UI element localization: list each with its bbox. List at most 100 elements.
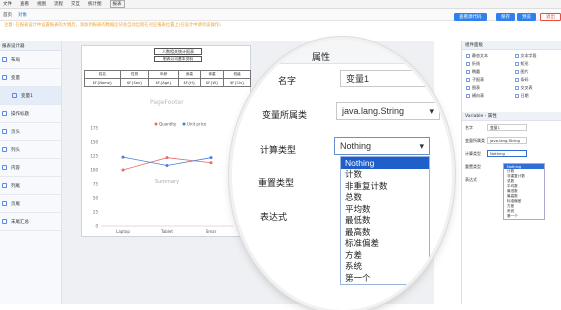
table-header-cell[interactable]: 身高 [177,70,201,79]
left-item-variable[interactable]: 变量 [0,69,61,87]
calc-option[interactable]: 标准偏差 [341,238,429,250]
class-select[interactable]: java.lang.String [487,137,527,144]
calc-option[interactable]: 计数 [341,169,429,181]
table-cell[interactable]: $F{H} [177,78,201,87]
y-tick-label: 25 [93,210,99,215]
calc-option[interactable]: 最高数 [341,226,429,238]
menu-bar: 文件 查看 视图 流程 交互 统计图 报表 [0,0,561,9]
rectangle-icon [514,62,519,66]
dropdown-arrow-icon: ▾ [429,105,434,116]
calc-option[interactable]: 非重复计数 [341,180,429,192]
hint-note: 注意: 在报表设计中设置报表的大纲后，添加到报表的数据区块会自动出现在对应报表位… [4,23,221,28]
view-source-button[interactable]: 查看源代码 [454,13,487,21]
palette-item[interactable]: 子报表 [466,77,509,83]
save-button[interactable]: 保存 [496,13,515,21]
lens-header-bar [232,40,452,64]
y-tick-label: 175 [90,126,98,131]
data-point [209,156,213,160]
toolbar-home[interactable]: 首页 [3,12,12,18]
dropdown-arrow-icon: ▾ [419,140,424,151]
calc-select[interactable]: Nothing [487,150,527,157]
menu-file[interactable]: 文件 [3,1,12,7]
left-item-label: 变量 [11,75,20,81]
layout-icon [2,57,7,62]
lens-calc-select[interactable]: Nothing ▾ [334,137,430,155]
palette-item[interactable]: 折线 [466,61,509,67]
report-subtitle[interactable]: 制表公司基本资料 [154,56,202,62]
line-icon [466,62,470,66]
left-item-columnheader[interactable]: 列头 [0,141,61,159]
calc-option[interactable]: 方差 [341,249,429,261]
menu-view[interactable]: 查看 [20,1,29,7]
palette-item[interactable]: 条码 [514,77,558,83]
left-panel: 报表设计器 布局 变量 变量1 操作标题 页头 列头 内容 列尾 页尾 末尾汇总 [0,41,62,304]
left-item-label: 末尾汇总 [11,219,29,225]
left-item-columnfooter[interactable]: 列尾 [0,177,61,195]
lens-name-field[interactable]: 变量1 [340,70,440,87]
option[interactable]: 第一个 [504,214,544,219]
column-icon [2,183,7,188]
y-tick-label: 0 [95,224,98,229]
static-text-icon [466,54,470,58]
table-cell[interactable]: $F{Sex} [119,78,150,87]
menu-report[interactable]: 报表 [109,0,125,8]
palette-item[interactable]: 横向表 [466,93,509,99]
prop-row-calc: 计算类型 Nothing [462,147,561,160]
lens-reset-label: 重置类型 [258,178,295,188]
footer-icon [2,201,7,206]
magnifier-lens: 属性 名字 变量1 变量所属类 java.lang.String ▾ 计算类型 N… [232,40,452,310]
lens-class-select[interactable]: java.lang.String ▾ [336,102,440,120]
table-cell[interactable]: $F{Age} [148,78,179,87]
y-tick-label: 50 [93,196,99,201]
menu-flow[interactable]: 流程 [54,1,63,7]
calc-option[interactable]: 系统 [341,261,429,273]
left-item-pagefooter[interactable]: 页尾 [0,195,61,213]
x-tick-label: Smar [206,229,217,234]
line-chart[interactable]: 175 150 125 100 75 50 25 0 Laptop Tablet Smar Quant… [83,116,248,236]
palette-item[interactable]: 交叉表 [514,85,558,91]
calc-option[interactable]: 最低数 [341,215,429,227]
table-header-cell[interactable]: 姓名 [84,70,121,79]
palette-item[interactable]: 椭圆 [466,69,509,75]
table-header-cell[interactable]: 体重 [199,70,225,79]
palette-header: 组件面板 [462,41,561,50]
calc-option[interactable]: Nothing [341,157,429,169]
menu-interact[interactable]: 交互 [71,1,80,7]
left-item-label: 页头 [11,129,20,135]
calc-option[interactable]: 平均数 [341,203,429,215]
menu-window[interactable]: 视图 [37,1,46,7]
left-panel-header: 报表设计器 [0,41,61,51]
lens-name-label: 名字 [278,76,297,86]
palette-item[interactable]: 矩形 [514,61,558,67]
table-header-cell[interactable]: 年龄 [148,70,179,79]
palette-item[interactable]: 文本字段 [514,53,558,59]
calc-option[interactable]: 第一个 [341,272,429,284]
exit-button[interactable]: 退出 [540,13,561,21]
toolbar-object[interactable]: 对象 [18,12,27,18]
left-item-label: 操作标题 [11,111,29,117]
name-field[interactable]: 变量1 [487,124,527,131]
calc-option[interactable]: 总数 [341,192,429,204]
left-item-pageheader[interactable]: 页头 [0,123,61,141]
left-item-detail[interactable]: 内容 [0,159,61,177]
preview-button[interactable]: 预览 [517,13,536,21]
table-header-row: 姓名 性别 年龄 身高 体重 班级 [84,70,251,79]
report-table: 姓名 性别 年龄 身高 体重 班级 $F{Name} $F{Sex} $F{Ag… [84,70,251,87]
left-item-layout[interactable]: 布局 [0,51,61,69]
report-title[interactable]: 人数相关统计报表 [154,48,202,55]
ellipse-icon [466,70,470,74]
table-cell[interactable]: $F{Name} [84,78,121,87]
palette-item[interactable]: 日期 [514,93,558,99]
palette-item[interactable]: 静态文本 [466,53,509,59]
chart-summary-label: Summary [155,179,179,185]
x-tick-label: Tablet [160,229,173,234]
left-item-title[interactable]: 操作标题 [0,105,61,123]
left-item-variable1[interactable]: 变量1 [0,87,61,105]
table-header-cell[interactable]: 性别 [119,70,150,79]
menu-stats[interactable]: 统计图 [88,1,102,7]
palette-item[interactable]: 图片 [514,69,558,75]
left-item-summary[interactable]: 末尾汇总 [0,213,61,231]
palette-item[interactable]: 图表 [466,85,509,91]
left-item-label: 变量1 [21,93,33,99]
table-cell[interactable]: $F{W} [199,78,225,87]
